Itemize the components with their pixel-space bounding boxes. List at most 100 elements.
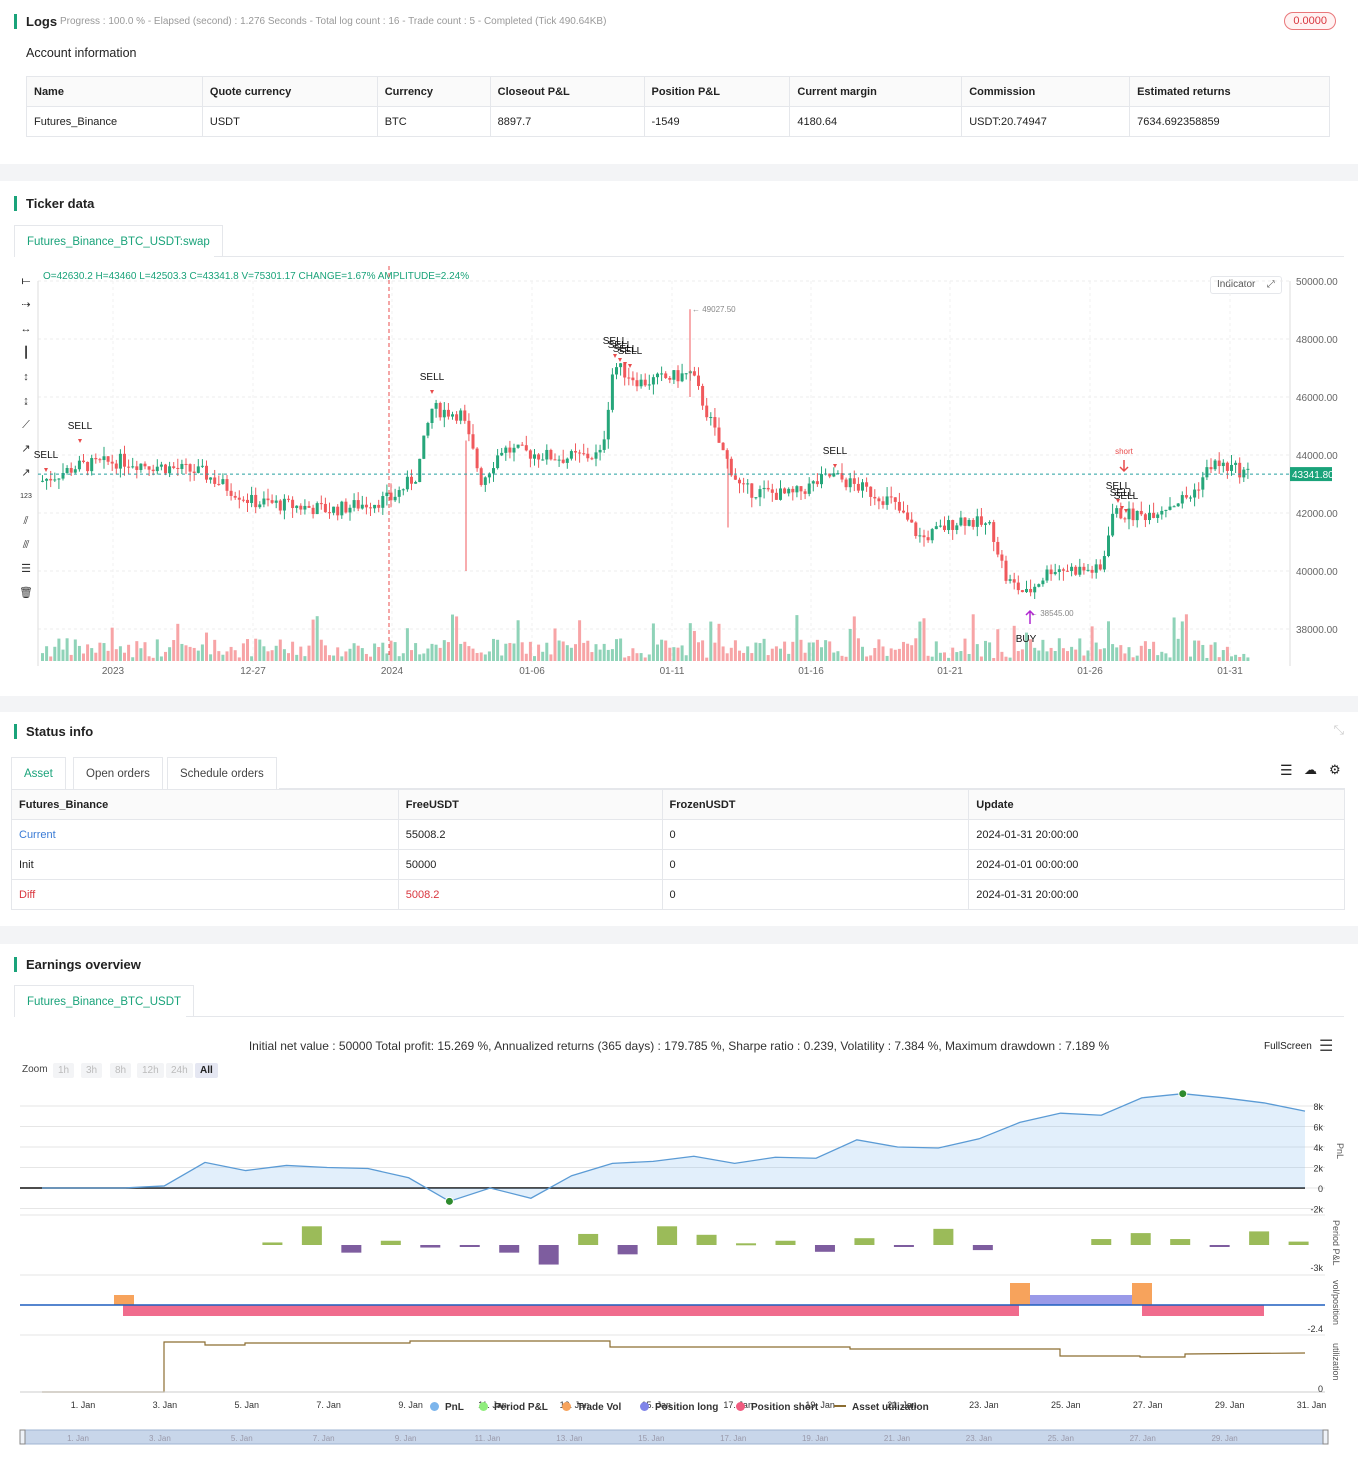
candle-body (852, 478, 856, 484)
volume-bar (947, 657, 951, 661)
volume-bar (1246, 657, 1250, 661)
legend-label: Asset utilization (852, 1402, 929, 1413)
zoom-24h-button[interactable]: 24h (166, 1063, 193, 1078)
candle-body (742, 483, 746, 485)
candle-body (69, 468, 73, 473)
volume-bar (746, 646, 750, 661)
volume-bar (98, 642, 102, 661)
candle-body (102, 456, 106, 461)
volume-bar (914, 638, 918, 661)
menu-icon[interactable]: ☰ (1319, 1036, 1333, 1056)
last-price-value: 43341.80 (1292, 470, 1334, 481)
volume-bar (1234, 654, 1238, 661)
tab-schedule-orders[interactable]: Schedule orders (167, 757, 277, 789)
candlestick-chart[interactable]: 50000.00 48000.00 46000.00 44000.00 42000.00… (0, 266, 1358, 696)
candle-body (533, 454, 536, 459)
volume-bar (405, 628, 409, 661)
volume-bar (1041, 639, 1045, 661)
fullscreen-button[interactable]: FullScreen (1264, 1041, 1312, 1052)
tab-asset[interactable]: Asset (11, 757, 66, 789)
candle-body (733, 475, 737, 480)
x-tick-label: 12-27 (240, 666, 266, 677)
legend-label: PnL (445, 1402, 464, 1413)
cloud-download-icon[interactable]: ☁ (1304, 762, 1317, 778)
column-header: Closeout P&L (489, 76, 645, 107)
gear-icon[interactable]: ⚙ (1329, 762, 1341, 778)
volume-bar (1148, 648, 1151, 661)
volume-bar (697, 642, 700, 661)
low-price-label: ← 38545.00 (1030, 609, 1074, 618)
tab-ticker-swap[interactable]: Futures_Binance_BTC_USDT:swap (14, 225, 223, 257)
volume-bar (258, 639, 262, 661)
legend-item[interactable]: Period P&L (479, 1402, 548, 1413)
volume-bar (94, 652, 98, 661)
period-pnl-bar (893, 1245, 914, 1247)
candle-body (278, 500, 282, 511)
candle-body (262, 498, 266, 505)
zoom-1h-button[interactable]: 1h (53, 1063, 75, 1078)
candle-body (94, 458, 98, 460)
legend-item[interactable]: PnL (430, 1402, 464, 1413)
candle-body (967, 520, 971, 526)
candle-body (893, 497, 897, 502)
utilization-line (42, 1340, 1306, 1393)
candle-body (434, 402, 438, 409)
legend-item[interactable]: Position long (640, 1402, 718, 1413)
volume-bar (307, 645, 311, 661)
column-header: Futures_Binance (11, 789, 399, 820)
volume-bar (1020, 649, 1024, 661)
tab-open-orders[interactable]: Open orders (73, 757, 163, 789)
legend-item[interactable]: Position short (736, 1402, 818, 1413)
candle-body (643, 379, 647, 386)
candle-body (684, 373, 688, 375)
volume-bar (323, 645, 327, 661)
candle-body (914, 522, 918, 536)
zoom-3h-button[interactable]: 3h (81, 1063, 103, 1078)
status-badge: 0.0000 (1284, 12, 1336, 30)
candle-body (975, 516, 979, 527)
candle-body (246, 499, 249, 503)
tab-earnings-symbol[interactable]: Futures_Binance_BTC_USDT (14, 985, 195, 1017)
zoom-all-button[interactable]: All (195, 1063, 218, 1078)
volume-bar (393, 642, 397, 661)
zoom-8h-button[interactable]: 8h (110, 1063, 132, 1078)
high-price-label: ← 49027.50 (692, 305, 736, 314)
volume-bar (1033, 647, 1037, 661)
list-view-icon[interactable]: ☰ (1280, 762, 1293, 779)
candle-body (697, 375, 700, 386)
volume-bar (639, 653, 643, 661)
volume-bar (627, 656, 631, 661)
volume-bar (1102, 648, 1106, 661)
volume-bar (984, 640, 987, 661)
candle-body (319, 503, 323, 505)
volume-bar (332, 655, 336, 661)
candle-body (1221, 462, 1225, 467)
candle-body (861, 482, 864, 491)
candle-body (258, 504, 262, 508)
volume-bar (660, 639, 664, 661)
legend-item[interactable]: Asset utilization (834, 1402, 929, 1413)
candle-body (479, 468, 483, 485)
close-icon[interactable]: ⤡ (1334, 722, 1344, 738)
period-pnl-bar (1209, 1245, 1230, 1247)
volume-bar (889, 648, 893, 661)
candle-body (799, 486, 803, 492)
volume-bar (172, 640, 176, 661)
volume-bar (742, 652, 746, 661)
candle-body (180, 463, 184, 469)
candle-body (902, 510, 905, 513)
candle-body (483, 477, 487, 485)
volume-bar (848, 628, 852, 661)
candle-body (1180, 495, 1184, 504)
volume-bar (369, 656, 372, 661)
candle-body (524, 445, 528, 451)
volume-bar (340, 656, 344, 661)
candle-body (1033, 586, 1037, 593)
volume-bar (1074, 649, 1078, 661)
candle-body (405, 476, 409, 490)
legend-item[interactable]: Trade Vol (562, 1402, 621, 1413)
zoom-12h-button[interactable]: 12h (137, 1063, 164, 1078)
volume-bar (102, 643, 106, 661)
table-cell: Diff (11, 879, 399, 910)
candle-body (738, 479, 741, 484)
